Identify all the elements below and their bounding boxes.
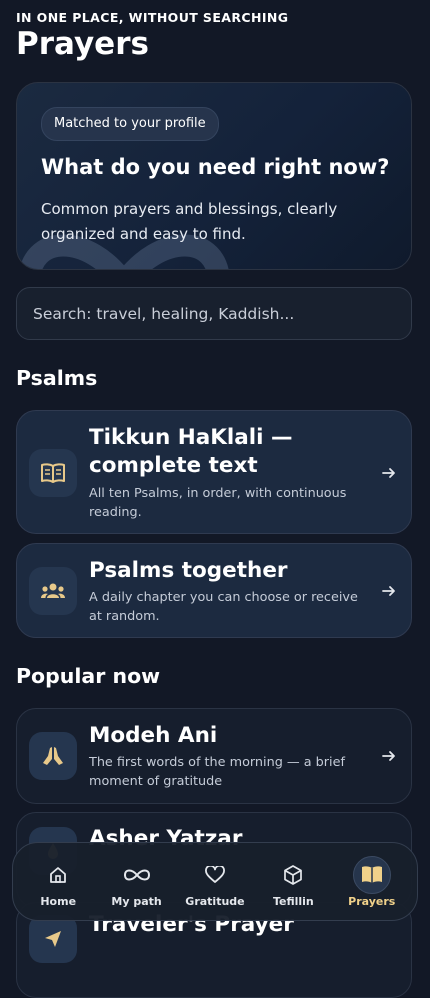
bottom-nav: Home My path Gratitude Tefillin Prayers	[12, 842, 418, 921]
arrow-right-icon	[382, 751, 395, 761]
cube-icon	[274, 856, 312, 894]
paper-plane-icon	[29, 915, 77, 963]
page-eyebrow: IN ONE PLACE, WITHOUT SEARCHING	[16, 10, 289, 25]
card-subtitle: All ten Psalms, in order, with continuou…	[89, 486, 347, 520]
nav-item-prayers[interactable]: Prayers	[336, 855, 408, 908]
card-tikkun-haklali[interactable]: Tikkun HaKlali — complete text All ten P…	[16, 410, 412, 534]
hero-card[interactable]: Matched to your profile What do you need…	[16, 82, 412, 270]
card-subtitle: The first words of the morning — a brief…	[89, 755, 345, 789]
search-input[interactable]	[16, 287, 412, 340]
open-book-icon	[352, 855, 391, 894]
page-title: Prayers	[16, 26, 149, 62]
arrow-right-icon	[382, 586, 395, 596]
nav-item-home[interactable]: Home	[22, 856, 94, 908]
infinity-icon	[118, 856, 156, 894]
nav-label: Tefillin	[272, 894, 314, 908]
card-title: Modeh Ani	[89, 723, 218, 748]
card-title: Tikkun HaKlali — complete text	[89, 425, 293, 478]
nav-label: Gratitude	[185, 894, 245, 908]
nav-label: My path	[111, 894, 162, 908]
praying-hands-icon	[29, 732, 77, 780]
arrow-right-icon	[382, 468, 395, 478]
card-subtitle: A daily chapter you can choose or receiv…	[89, 590, 358, 624]
profile-match-badge: Matched to your profile	[41, 107, 219, 141]
hero-description: Common prayers and blessings, clearly or…	[41, 200, 338, 243]
group-icon	[29, 567, 77, 615]
nav-item-gratitude[interactable]: Gratitude	[179, 856, 251, 908]
heart-icon	[196, 856, 234, 894]
card-psalms-together[interactable]: Psalms together A daily chapter you can …	[16, 543, 412, 638]
hero-headline: What do you need right now?	[41, 155, 390, 179]
card-modeh-ani[interactable]: Modeh Ani The first words of the morning…	[16, 708, 412, 804]
card-title: Psalms together	[89, 558, 288, 583]
section-title-popular: Popular now	[16, 664, 161, 688]
nav-label: Home	[40, 894, 77, 908]
nav-item-tefillin[interactable]: Tefillin	[257, 856, 329, 908]
nav-item-my-path[interactable]: My path	[101, 856, 173, 908]
section-title-psalms: Psalms	[16, 366, 98, 390]
open-book-icon	[29, 449, 77, 497]
home-icon	[39, 856, 77, 894]
nav-label: Prayers	[348, 894, 396, 908]
